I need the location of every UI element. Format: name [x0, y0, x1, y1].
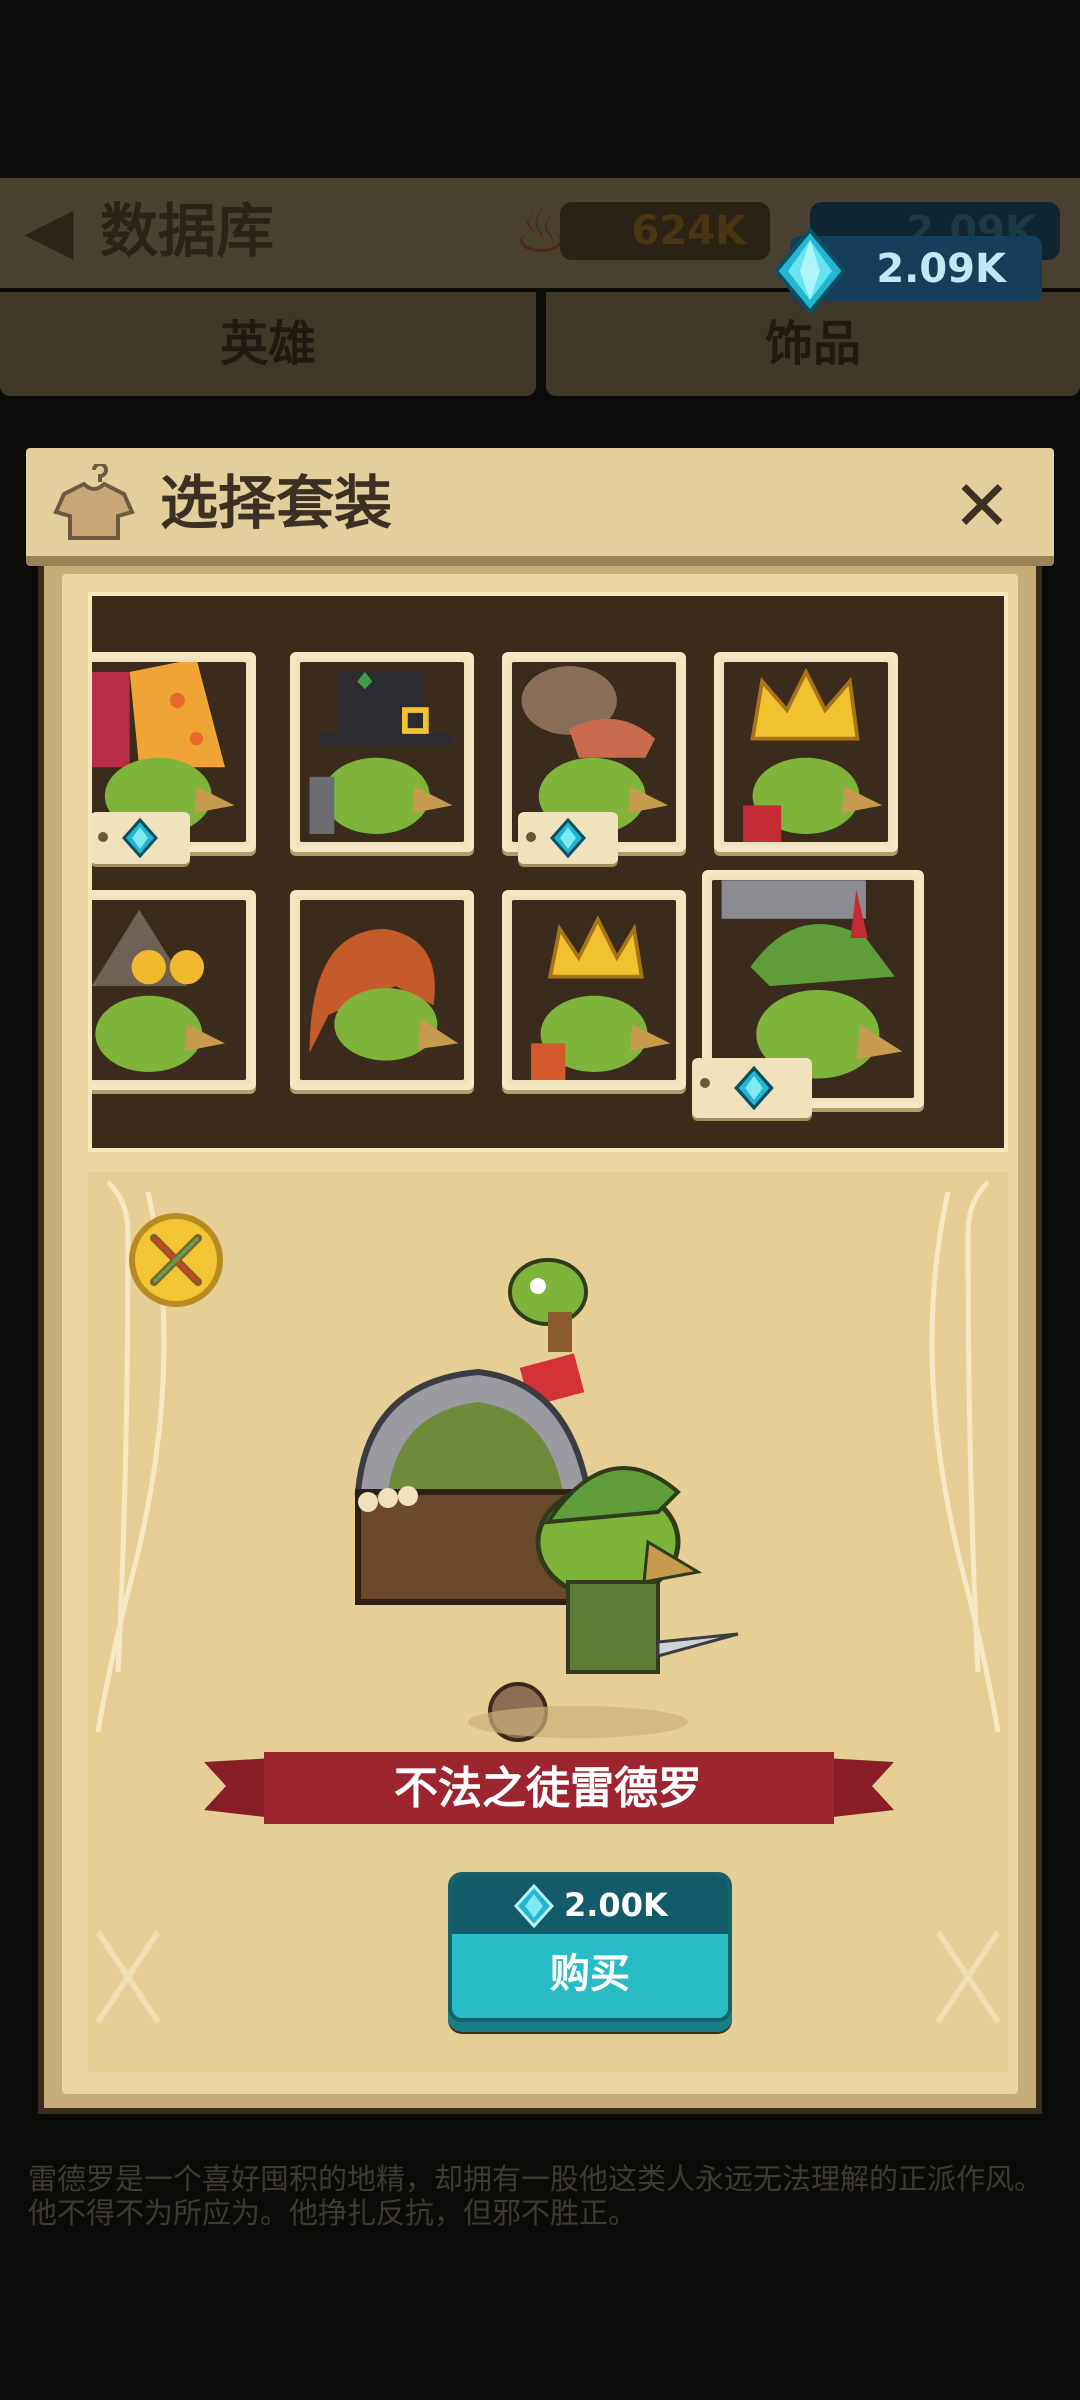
- goblin-portrait: [512, 900, 676, 1080]
- price-tag: [92, 812, 190, 864]
- curtain-right-decoration: [929, 1180, 1001, 2024]
- goblin-portrait: [92, 900, 246, 1080]
- gem-icon: [121, 818, 159, 858]
- goblin-outlaw-hero-art: [354, 1258, 739, 1742]
- goblin-portrait: [300, 900, 464, 1080]
- preview-stage: 不法之徒雷德罗 2.00K 购买: [88, 1172, 1008, 2072]
- outfit-select-dialog: 选择套装 ✕ 不法之徒雷德罗 2.00K 购买: [26, 448, 1054, 2124]
- price-tag: [692, 1058, 812, 1118]
- gold-counter: 624K: [560, 202, 770, 260]
- buy-label: 购买: [550, 1951, 630, 1997]
- gem-icon: [734, 1066, 774, 1110]
- spiky-crown-portrait-icon: [512, 900, 676, 1080]
- gold-crown-portrait-icon: [724, 662, 888, 842]
- goggles-hat-portrait-icon: [92, 900, 246, 1080]
- outfit-card-red-hood[interactable]: [290, 890, 474, 1090]
- buy-price-bar: 2.00K: [452, 1876, 728, 1934]
- outfit-card-gold-crown[interactable]: [714, 652, 898, 852]
- close-icon: ✕: [952, 465, 1012, 547]
- dialog-parchment: 不法之徒雷德罗 2.00K 购买: [62, 574, 1018, 2094]
- tag-hole: [526, 832, 536, 842]
- crossed-swords-icon[interactable]: [128, 1212, 224, 1308]
- tab-heroes: 英雄: [0, 292, 536, 396]
- outfit-card-pilgrim-hat[interactable]: [290, 652, 474, 852]
- gem-icon: [514, 1884, 554, 1928]
- dialog-header: 选择套装 ✕: [26, 448, 1054, 566]
- gem-icon: [549, 818, 587, 858]
- red-hood-portrait-icon: [300, 900, 464, 1080]
- buy-button[interactable]: 2.00K 购买: [448, 1872, 732, 2022]
- goblin-portrait: [300, 662, 464, 842]
- background-tabs: 英雄 饰品: [0, 292, 1080, 402]
- shirt-hanger-icon: [53, 464, 135, 540]
- pilgrim-hat-portrait-icon: [300, 662, 464, 842]
- goblin-portrait: [724, 662, 888, 842]
- outfit-grid: [88, 592, 1008, 1152]
- gem-icon: [773, 226, 847, 316]
- background-title: 数据库: [100, 197, 275, 265]
- tag-hole: [98, 832, 108, 842]
- game-screen: ◀ 数据库 ♨ 624K 2.09K 英雄 饰品 雷德罗是一个喜好囤积的地精，却…: [0, 0, 1080, 2400]
- close-button[interactable]: ✕: [944, 470, 1020, 542]
- tag-hole: [700, 1078, 710, 1088]
- buy-price: 2.00K: [564, 1886, 668, 1924]
- back-arrow-icon: ◀: [24, 194, 74, 268]
- hero-description: 雷德罗是一个喜好囤积的地精，却拥有一股他这类人永远无法理解的正派作风。他不得不为…: [28, 2162, 1044, 2230]
- price-tag: [518, 812, 618, 864]
- outfit-card-spiky-crown[interactable]: [502, 890, 686, 1090]
- skin-name: 不法之徒雷德罗: [394, 1763, 702, 1814]
- dialog-title: 选择套装: [160, 469, 393, 537]
- dialog-body: 不法之徒雷德罗 2.00K 购买: [38, 566, 1042, 2114]
- outfit-card-goggles-hat[interactable]: [92, 890, 256, 1090]
